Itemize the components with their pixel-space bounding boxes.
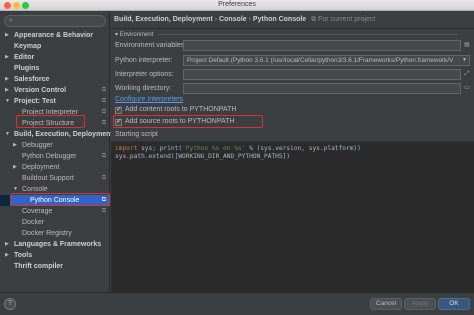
project-config-icon: ⧉ — [101, 153, 106, 159]
tree-item-python-debugger[interactable]: Python Debugger ⧉ — [0, 151, 110, 162]
tree-item-languages-frameworks[interactable]: ▶ Languages & Frameworks — [0, 239, 110, 250]
tree-item-appearance[interactable]: ▶ Appearance & Behavior — [0, 30, 110, 41]
chevron-down-icon[interactable]: ▼ — [5, 129, 10, 140]
checkbox-box[interactable]: ✓ — [115, 105, 122, 114]
environment-section-label: Environment — [119, 32, 154, 38]
project-config-icon: ⧉ — [101, 109, 106, 115]
environment-section[interactable]: ▾ Environment — [115, 31, 459, 38]
starting-script-editor[interactable]: import sys; print('Python %s on %s' % (s… — [111, 141, 474, 292]
chevron-right-icon[interactable]: ▶ — [13, 140, 17, 151]
tree-item-thrift-compiler[interactable]: Thrift compiler — [0, 261, 110, 272]
add-content-roots-label: Add content roots to PYTHONPATH — [125, 106, 237, 113]
starting-script-label: Starting script — [115, 131, 158, 138]
apply-button[interactable]: Apply — [404, 298, 436, 310]
code-string: 'Python %s on %s' — [182, 145, 246, 152]
project-config-icon: ⧉ — [101, 98, 106, 104]
expand-icon[interactable]: ⤢ — [463, 70, 471, 79]
help-button[interactable]: ? — [4, 298, 16, 310]
tree-item-keymap[interactable]: Keymap — [0, 41, 110, 52]
project-config-icon: ⧉ — [101, 208, 106, 214]
window-title: Preferences — [218, 1, 256, 8]
tree-item-tools[interactable]: ▶ Tools — [0, 250, 110, 261]
search-icon: ⌕ — [9, 17, 13, 24]
divider — [111, 28, 474, 29]
code-keyword: import — [115, 145, 138, 152]
tree-item-salesforce[interactable]: ▶ Salesforce — [0, 74, 110, 85]
chevron-right-icon[interactable]: ▶ — [5, 239, 9, 250]
interpreter-value: Project Default (Python 3.6.1 (/usr/loca… — [187, 57, 454, 64]
section-rule — [158, 33, 459, 35]
folder-icon[interactable]: ▭ — [463, 84, 471, 93]
dialog-footer: ? Cancel Apply OK — [0, 292, 474, 315]
tree-item-build-execution[interactable]: ▼ Build, Execution, Deployment — [0, 129, 113, 140]
working-dir-field[interactable] — [183, 83, 461, 94]
chevron-right-icon[interactable]: ▶ — [13, 162, 17, 173]
breadcrumb-separator: › — [248, 16, 251, 23]
breadcrumb-part: Build, Execution, Deployment — [114, 16, 213, 23]
tree-item-debugger[interactable]: ▶ Debugger — [0, 140, 110, 151]
window-titlebar: Preferences — [0, 0, 474, 11]
chevron-right-icon[interactable]: ▶ — [5, 52, 9, 63]
project-config-icon: ⧉ — [101, 175, 106, 181]
chevron-right-icon[interactable]: ▶ — [5, 85, 9, 96]
configure-interpreters-link[interactable]: Configure Interpreters — [115, 96, 183, 103]
tree-item-plugins[interactable]: Plugins — [0, 63, 110, 74]
interpreter-options-field[interactable] — [183, 69, 461, 80]
project-scope-icon: ⧉ — [311, 16, 317, 23]
breadcrumb-separator: › — [214, 16, 218, 23]
interpreter-select[interactable]: Project Default (Python 3.6.1 (/usr/loca… — [183, 55, 470, 66]
breadcrumb-part: Python Console — [252, 16, 307, 23]
scope-note: ⧉ For current project — [311, 16, 375, 23]
interpreter-options-label: Interpreter options: — [115, 71, 174, 78]
chevron-right-icon[interactable]: ▶ — [5, 250, 9, 261]
code-line-2: sys.path.extend([WORKING_DIR_AND_PYTHON_… — [115, 153, 291, 160]
annotation-box-project-structure — [16, 115, 85, 128]
code-text: % (sys.version, sys.platform)) — [245, 145, 361, 152]
settings-search-input[interactable]: ⌕ — [4, 15, 106, 27]
chevron-down-icon[interactable]: ▼ — [5, 96, 10, 107]
chevron-right-icon[interactable]: ▶ — [5, 74, 9, 85]
breadcrumb: Build, Execution, Deployment › Console ›… — [114, 16, 375, 24]
working-dir-label: Working directory: — [115, 85, 172, 92]
browse-icon[interactable]: ▤ — [463, 41, 471, 50]
ok-button[interactable]: OK — [438, 298, 470, 310]
project-config-icon: ⧉ — [101, 87, 106, 93]
add-content-roots-checkbox[interactable]: ✓ Add content roots to PYTHONPATH — [115, 105, 236, 115]
settings-main-panel: Build, Execution, Deployment › Console ›… — [111, 11, 474, 292]
annotation-box-source-roots — [113, 115, 263, 128]
check-icon: ✓ — [116, 105, 122, 113]
chevron-right-icon[interactable]: ▶ — [5, 30, 9, 41]
tree-item-coverage[interactable]: Coverage ⧉ — [0, 206, 110, 217]
settings-sidebar: ⌕ ▶ Appearance & Behavior Keymap ▶ Edito… — [0, 11, 113, 292]
scope-text: For current project — [318, 16, 376, 23]
annotation-box-python-console — [11, 193, 110, 206]
tree-item-docker-registry[interactable]: Docker Registry — [0, 228, 110, 239]
cancel-button[interactable]: Cancel — [370, 298, 402, 310]
env-vars-label: Environment variables: — [115, 42, 187, 49]
chevron-down-icon: ▼ — [462, 57, 467, 63]
code-line-1: import sys; print('Python %s on %s' % (s… — [115, 145, 361, 152]
tree-item-editor[interactable]: ▶ Editor — [0, 52, 110, 63]
tree-item-buildout-support[interactable]: Buildout Support ⧉ — [0, 173, 110, 184]
tree-item-deployment[interactable]: ▶ Deployment — [0, 162, 110, 173]
chevron-down-icon[interactable]: ▾ — [115, 32, 118, 38]
interpreter-label: Python interpreter: — [115, 57, 173, 64]
code-text: sys; print( — [137, 145, 183, 152]
tree-item-version-control[interactable]: ▶ Version Control ⧉ — [0, 85, 110, 96]
tree-item-project-test[interactable]: ▼ Project: Test ⧉ — [0, 96, 110, 107]
breadcrumb-part: Console — [219, 16, 247, 23]
tree-item-docker[interactable]: Docker — [0, 217, 110, 228]
project-config-icon: ⧉ — [101, 120, 106, 126]
env-vars-field[interactable] — [183, 40, 461, 51]
